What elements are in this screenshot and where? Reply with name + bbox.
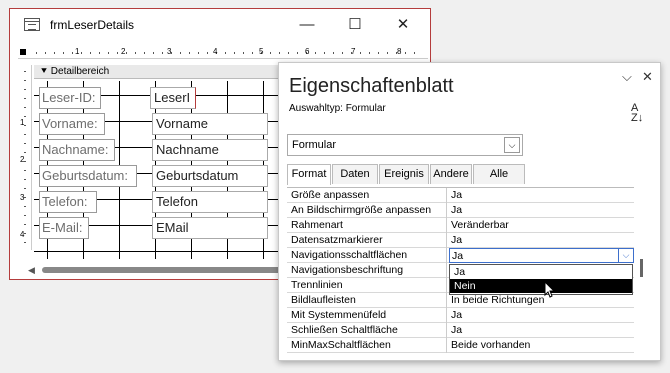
property-row[interactable]: Schließen Schaltfläche Ja [287, 323, 634, 338]
label-geburtsdatum[interactable]: Geburtsdatum: [39, 165, 137, 187]
field-geburtsdatum[interactable]: Geburtsdatum [152, 165, 268, 187]
scroll-thumb[interactable] [42, 267, 282, 273]
ruler-number: 5 [259, 47, 264, 56]
property-value[interactable]: Veränderbar [449, 218, 634, 233]
label-nachname[interactable]: Nachname: [39, 139, 115, 161]
field-leser-id[interactable]: LeserI [150, 87, 196, 109]
label-telefon[interactable]: Telefon: [39, 191, 97, 213]
property-value[interactable]: In beide Richtungen [449, 293, 634, 308]
tab-alle[interactable]: Alle [473, 164, 525, 184]
property-name: Mit Systemmenüfeld [289, 308, 447, 323]
horizontal-ruler: 1 2 3 4 5 6 7 8 [18, 47, 428, 59]
ruler-number: 6 [305, 47, 310, 56]
section-bar[interactable]: ⯆ Detailbereich [34, 65, 294, 79]
property-row[interactable]: An Bildschirmgröße anpassen Ja [287, 203, 634, 218]
property-row[interactable]: Bildlaufleisten In beide Richtungen [287, 293, 634, 308]
vertical-ruler: 1 2 3 4 [18, 65, 32, 250]
dropdown-option-ja[interactable]: Ja [450, 265, 632, 279]
navigation-buttons-dropdown: Ja Nein [449, 264, 633, 295]
maximize-button[interactable]: ☐ [338, 13, 372, 37]
property-name: Bildlaufleisten [289, 293, 447, 308]
sort-icon[interactable]: A Z↓ [631, 103, 643, 124]
navigation-buttons-combo[interactable]: Ja ⌵ [449, 248, 634, 263]
tab-andere[interactable]: Andere [430, 164, 472, 184]
ruler-number: 1 [20, 118, 25, 127]
property-value[interactable]: Ja [449, 308, 634, 323]
property-name: Navigationsbeschriftung [289, 263, 447, 278]
property-row[interactable]: Navigationsschaltflächen Ja ⌵ [287, 248, 634, 263]
horizontal-scrollbar[interactable]: ◀ [22, 262, 296, 278]
property-name: Schließen Schaltfläche [289, 323, 447, 338]
selection-type-value: Formular [345, 103, 386, 114]
tab-ereignis[interactable]: Ereignis [379, 164, 429, 184]
property-name: Größe anpassen [289, 188, 447, 203]
form-title: frmLeserDetails [50, 18, 135, 32]
property-value[interactable]: Ja [449, 233, 634, 248]
ruler-number: 3 [167, 47, 172, 56]
section-label: Detailbereich [50, 66, 110, 77]
label-email[interactable]: E-Mail: [39, 217, 89, 239]
close-button[interactable]: ✕ [386, 13, 420, 37]
field-nachname[interactable]: Nachname [152, 139, 268, 161]
property-name: Navigationsschaltflächen [289, 248, 447, 263]
property-row[interactable]: MinMaxSchaltflächen Beide vorhanden [287, 338, 634, 353]
ruler-number: 1 [75, 47, 80, 56]
ruler-number: 4 [20, 230, 25, 239]
label-vorname[interactable]: Vorname: [39, 113, 105, 135]
dropdown-option-nein[interactable]: Nein [450, 279, 632, 293]
property-value[interactable]: Beide vorhanden [449, 338, 634, 353]
property-sheet: Eigenschaftenblatt ⌵ ✕ Auswahltyp: Formu… [278, 62, 661, 361]
property-name: Trennlinien [289, 278, 447, 293]
tab-daten[interactable]: Daten [332, 164, 378, 184]
minimize-button[interactable]: — [290, 13, 324, 37]
chevron-down-icon[interactable]: ⌵ [504, 137, 520, 153]
form-title-bar: frmLeserDetails — ☐ ✕ [10, 9, 430, 41]
navigation-buttons-value: Ja [452, 250, 464, 262]
property-value[interactable]: Ja [449, 203, 634, 218]
ruler-number: 2 [121, 47, 126, 56]
property-name: Rahmenart [289, 218, 447, 233]
property-name: An Bildschirmgröße anpassen [289, 203, 447, 218]
property-row[interactable]: Größe anpassen Ja [287, 188, 634, 203]
ruler-number: 8 [397, 47, 402, 56]
property-row[interactable]: Mit Systemmenüfeld Ja [287, 308, 634, 323]
scroll-left-icon[interactable]: ◀ [28, 265, 35, 276]
ruler-number: 3 [20, 193, 25, 202]
ruler-ticks [36, 52, 422, 54]
close-icon[interactable]: ✕ [642, 69, 653, 85]
ruler-number: 2 [20, 155, 25, 164]
collapse-icon[interactable]: ⌵ [622, 69, 632, 85]
chevron-down-icon[interactable]: ⌵ [618, 249, 633, 262]
vertical-scrollbar[interactable] [640, 259, 643, 277]
selection-type-label: Auswahltyp: [289, 103, 343, 114]
selection-type: Auswahltyp: Formular [289, 103, 386, 114]
mouse-cursor-icon [544, 281, 556, 298]
property-sheet-title: Eigenschaftenblatt [289, 75, 454, 97]
ruler-number: 7 [351, 47, 356, 56]
property-name: Datensatzmarkierer [289, 233, 447, 248]
section-icon: ⯆ [40, 66, 51, 77]
property-row[interactable]: Datensatzmarkierer Ja [287, 233, 634, 248]
field-vorname[interactable]: Vorname [152, 113, 268, 135]
object-combo[interactable]: Formular ⌵ [287, 134, 523, 156]
property-name: MinMaxSchaltflächen [289, 338, 447, 353]
property-row[interactable]: Rahmenart Veränderbar [287, 218, 634, 233]
object-combo-value: Formular [292, 139, 337, 151]
field-telefon[interactable]: Telefon [152, 191, 268, 213]
form-icon [24, 18, 40, 31]
tab-format[interactable]: Format [287, 164, 331, 185]
ruler-number: 4 [213, 47, 218, 56]
property-value[interactable]: Ja [449, 188, 634, 203]
label-leser-id[interactable]: Leser-ID: [39, 87, 101, 109]
property-value[interactable]: Ja [449, 323, 634, 338]
field-email[interactable]: EMail [152, 217, 268, 239]
ruler-corner[interactable] [20, 49, 26, 55]
